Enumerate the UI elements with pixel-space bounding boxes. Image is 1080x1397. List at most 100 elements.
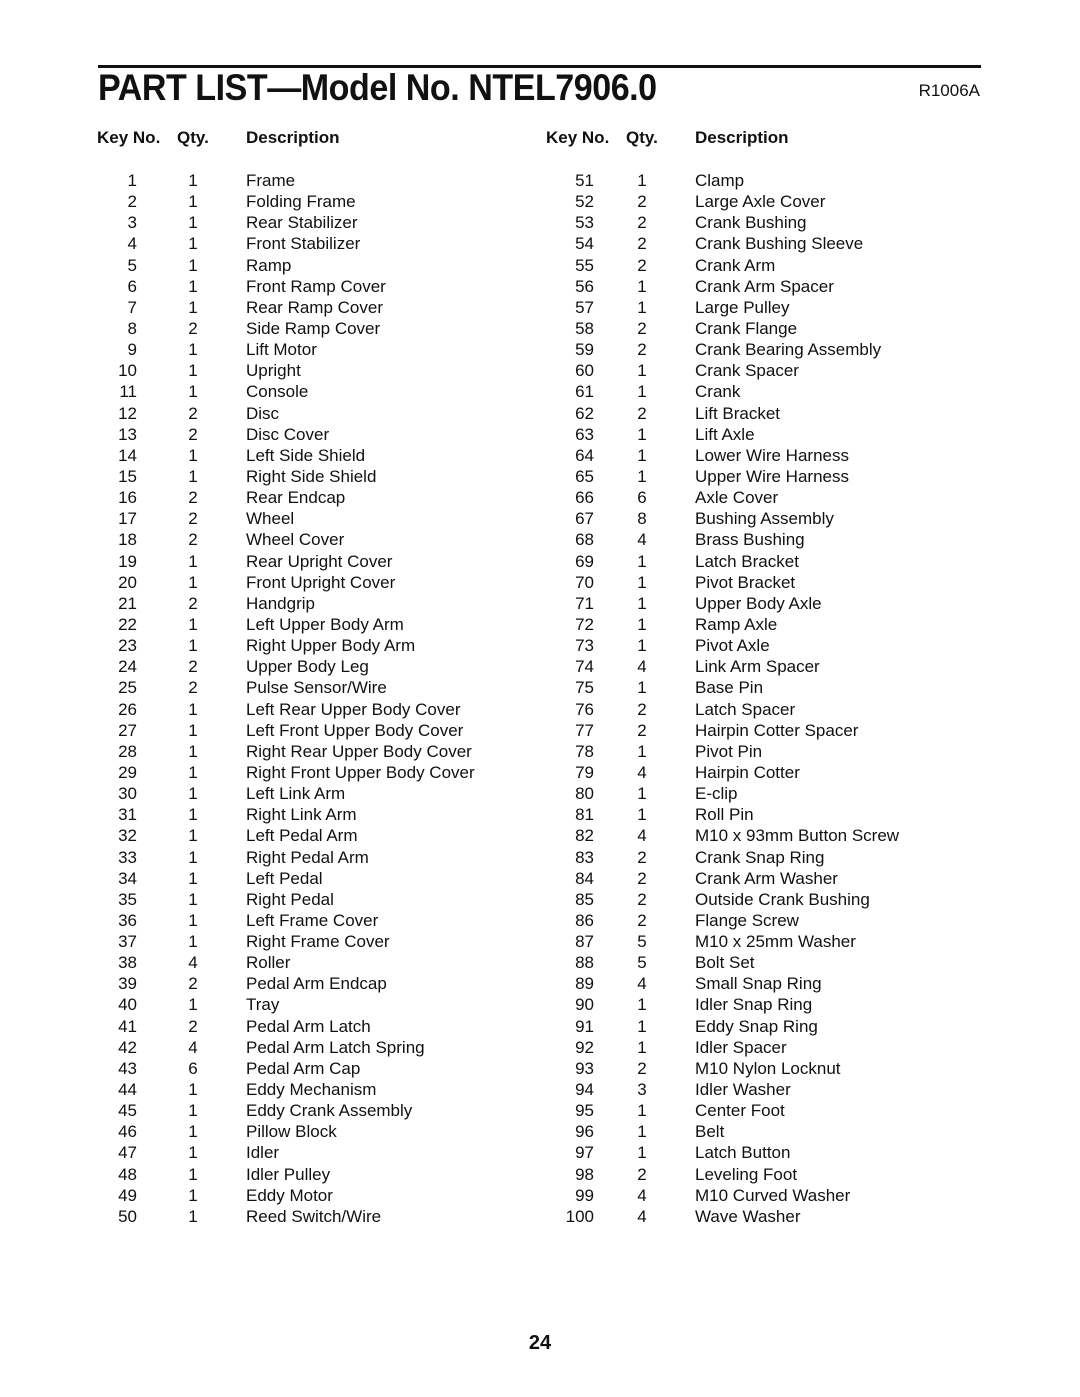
description-cell: Crank Bushing Sleeve bbox=[695, 234, 864, 254]
description-cell: Pulse Sensor/Wire bbox=[246, 678, 387, 698]
qty-cell: 1 bbox=[188, 1143, 198, 1163]
description-cell: Wave Washer bbox=[695, 1206, 801, 1226]
description-cell: Crank Snap Ring bbox=[695, 847, 825, 867]
table-row: 95 1 Center Foot bbox=[546, 1100, 986, 1121]
key-no-cell: 51 bbox=[575, 171, 594, 190]
qty-cell: 1 bbox=[188, 1206, 198, 1226]
description-cell: Latch Spacer bbox=[695, 699, 796, 719]
key-no-cell: 48 bbox=[118, 1164, 137, 1184]
table-row: 67 8 Bushing Assembly bbox=[546, 508, 986, 529]
description-cell: Center Foot bbox=[695, 1101, 785, 1121]
table-row: 88 5 Bolt Set bbox=[546, 952, 986, 973]
table-row: 91 1 Eddy Snap Ring bbox=[546, 1016, 986, 1037]
table-row: 45 1 Eddy Crank Assembly bbox=[97, 1100, 537, 1121]
table-row: 82 4 M10 x 93mm Button Screw bbox=[546, 825, 986, 846]
qty-cell: 6 bbox=[637, 488, 647, 508]
description-cell: Roll Pin bbox=[695, 805, 754, 825]
qty-cell: 1 bbox=[637, 361, 647, 381]
description-cell: Pivot Bracket bbox=[695, 572, 796, 592]
key-no-cell: 85 bbox=[575, 889, 594, 909]
description-cell: Pivot Axle bbox=[695, 636, 770, 656]
description-cell: Idler Spacer bbox=[695, 1037, 787, 1057]
qty-cell: 2 bbox=[188, 678, 198, 698]
key-no-cell: 40 bbox=[118, 995, 137, 1015]
qty-cell: 2 bbox=[188, 1016, 198, 1036]
table-row: 1 1 Frame bbox=[97, 170, 537, 191]
description-cell: Clamp bbox=[695, 171, 745, 190]
table-row: 42 4 Pedal Arm Latch Spring bbox=[97, 1037, 537, 1058]
qty-cell: 2 bbox=[637, 910, 647, 930]
qty-cell: 4 bbox=[188, 1037, 198, 1057]
description-cell: Pedal Arm Endcap bbox=[246, 974, 387, 994]
description-cell: Axle Cover bbox=[695, 488, 779, 508]
description-cell: Link Arm Spacer bbox=[695, 657, 820, 677]
qty-cell: 2 bbox=[637, 699, 647, 719]
key-no-cell: 53 bbox=[575, 213, 594, 233]
table-row: 86 2 Flange Screw bbox=[546, 910, 986, 931]
qty-cell: 1 bbox=[637, 551, 647, 571]
key-no-cell: 76 bbox=[575, 699, 594, 719]
description-cell: Pedal Arm Latch bbox=[246, 1016, 371, 1036]
table-row: 21 2 Handgrip bbox=[97, 593, 537, 614]
qty-cell: 1 bbox=[188, 1080, 198, 1100]
key-no-cell: 16 bbox=[118, 488, 137, 508]
table-row: 47 1 Idler bbox=[97, 1142, 537, 1163]
key-no-cell: 9 bbox=[127, 340, 137, 360]
key-no-cell: 95 bbox=[575, 1101, 594, 1121]
description-cell: Rear Upright Cover bbox=[246, 551, 393, 571]
key-no-cell: 41 bbox=[118, 1016, 137, 1036]
description-cell: Wheel Cover bbox=[246, 530, 345, 550]
table-row: 25 2 Pulse Sensor/Wire bbox=[97, 677, 537, 698]
parts-table-right: Key No. Qty. Description 51 1 Clamp 52 2 Larg… bbox=[546, 127, 986, 1226]
description-cell: Upper Body Axle bbox=[695, 593, 822, 613]
qty-cell: 2 bbox=[188, 424, 198, 444]
qty-cell: 1 bbox=[637, 678, 647, 698]
key-no-cell: 38 bbox=[118, 953, 137, 973]
table-row: 63 1 Lift Axle bbox=[546, 424, 986, 445]
qty-cell: 1 bbox=[637, 424, 647, 444]
table-row: 7 1 Rear Ramp Cover bbox=[97, 297, 537, 318]
key-no-cell: 91 bbox=[575, 1016, 594, 1036]
qty-cell: 1 bbox=[637, 445, 647, 465]
key-no-cell: 46 bbox=[118, 1122, 137, 1142]
key-no-cell: 50 bbox=[118, 1206, 137, 1226]
key-no-cell: 97 bbox=[575, 1143, 594, 1163]
table-row: 55 2 Crank Arm bbox=[546, 255, 986, 276]
key-no-cell: 17 bbox=[118, 509, 137, 529]
description-cell: Idler Pulley bbox=[246, 1164, 331, 1184]
qty-cell: 2 bbox=[188, 318, 198, 338]
qty-cell: 1 bbox=[637, 741, 647, 761]
description-cell: Eddy Mechanism bbox=[246, 1080, 377, 1100]
key-no-cell: 49 bbox=[118, 1185, 137, 1205]
qty-cell: 1 bbox=[637, 784, 647, 804]
qty-cell: 8 bbox=[637, 509, 647, 529]
qty-cell: 1 bbox=[637, 636, 647, 656]
page-title: PART LIST—Model No. NTEL7906.0 bbox=[98, 67, 657, 108]
key-no-cell: 57 bbox=[575, 297, 594, 317]
table-row: 69 1 Latch Bracket bbox=[546, 551, 986, 572]
key-no-cell: 94 bbox=[575, 1080, 594, 1100]
qty-cell: 2 bbox=[637, 192, 647, 212]
description-cell: Left Rear Upper Body Cover bbox=[246, 699, 461, 719]
description-cell: Bushing Assembly bbox=[695, 509, 834, 529]
qty-cell: 2 bbox=[188, 530, 198, 550]
key-no-cell: 77 bbox=[575, 720, 594, 740]
key-no-cell: 1 bbox=[127, 171, 137, 190]
qty-cell: 4 bbox=[637, 657, 647, 677]
table-row: 72 1 Ramp Axle bbox=[546, 614, 986, 635]
table-row: 44 1 Eddy Mechanism bbox=[97, 1079, 537, 1100]
key-no-cell: 26 bbox=[118, 699, 137, 719]
key-no-cell: 75 bbox=[575, 678, 594, 698]
description-cell: Lower Wire Harness bbox=[695, 445, 849, 465]
key-no-cell: 82 bbox=[575, 826, 594, 846]
table-row: 58 2 Crank Flange bbox=[546, 318, 986, 339]
table-row: 68 4 Brass Bushing bbox=[546, 529, 986, 550]
header-description: Description bbox=[695, 128, 789, 147]
table-row: 71 1 Upper Body Axle bbox=[546, 593, 986, 614]
key-no-cell: 22 bbox=[118, 614, 137, 634]
description-cell: Hairpin Cotter Spacer bbox=[695, 720, 859, 740]
table-row: 2 1 Folding Frame bbox=[97, 191, 537, 212]
table-row: 32 1 Left Pedal Arm bbox=[97, 825, 537, 846]
key-no-cell: 54 bbox=[575, 234, 594, 254]
description-cell: Disc bbox=[246, 403, 280, 423]
